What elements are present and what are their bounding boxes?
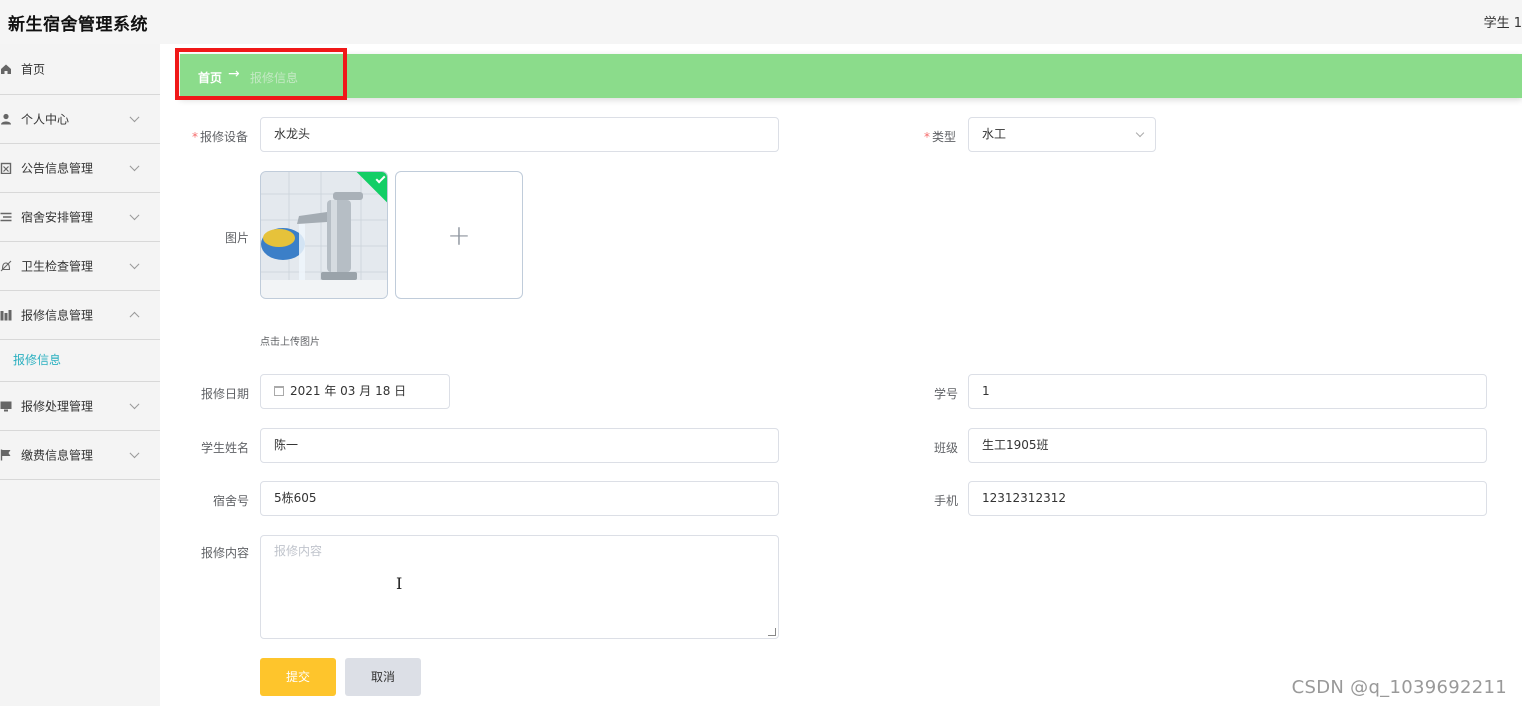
dorm-input[interactable]: 5栋605 xyxy=(260,481,779,516)
chevron-down-icon xyxy=(129,448,140,459)
breadcrumb-separator: → xyxy=(228,66,240,82)
name-input[interactable]: 陈一 xyxy=(260,428,779,463)
chevron-down-icon xyxy=(129,161,140,172)
text-cursor-icon: I xyxy=(396,574,403,593)
cancel-button[interactable]: 取消 xyxy=(345,658,421,696)
user-menu[interactable]: 学生 1 xyxy=(1484,12,1522,31)
content-label: 报修内容 xyxy=(201,546,250,560)
sidebar-item-label: 缴费信息管理 xyxy=(21,448,94,463)
chevron-down-icon xyxy=(129,399,140,410)
date-picker[interactable]: 2021 年 03 月 18 日 xyxy=(260,374,450,409)
phone-input[interactable]: 12312312312 xyxy=(968,481,1487,516)
sidebar-item-label: 首页 xyxy=(21,62,46,77)
sidebar-item-label: 报修处理管理 xyxy=(21,399,94,414)
uploaded-image[interactable] xyxy=(260,171,388,299)
sidebar-item-fee-management[interactable]: 缴费信息管理 xyxy=(0,431,160,480)
calendar-icon xyxy=(274,386,284,396)
user-icon xyxy=(0,113,12,125)
content-placeholder: 报修内容 xyxy=(274,544,323,558)
top-header: 新生宿舍管理系统 学生 1 xyxy=(0,0,1522,44)
sidebar-item-label: 宿舍安排管理 xyxy=(21,210,94,225)
watermark: CSDN @q_1039692211 xyxy=(1291,677,1507,698)
content-textarea[interactable]: 报修内容 xyxy=(260,535,779,639)
student-no-label: 学号 xyxy=(934,387,959,401)
sidebar: 首页 个人中心 公告信息管理 宿舍安排管理 卫生检查管理 报修信息管理 报修信息… xyxy=(0,44,160,706)
sidebar-item-hygiene-check[interactable]: 卫生检查管理 xyxy=(0,242,160,291)
sidebar-item-dorm-arrangement[interactable]: 宿舍安排管理 xyxy=(0,193,160,242)
faucet-image xyxy=(261,172,387,298)
phone-label: 手机 xyxy=(934,494,959,508)
flag-icon xyxy=(0,449,12,461)
image-label: 图片 xyxy=(225,231,250,245)
name-label: 学生姓名 xyxy=(201,441,250,455)
dorm-label: 宿舍号 xyxy=(213,494,250,508)
chevron-up-icon xyxy=(129,311,140,322)
type-label: * 类型 xyxy=(924,130,957,144)
chevron-down-icon xyxy=(1135,128,1145,138)
bell-off-icon xyxy=(0,260,12,272)
main-content: 首页 → 报修信息 * 报修设备 水龙头 * 类型 水工 图片 + 点击上传图片… xyxy=(175,44,1522,706)
date-label: 报修日期 xyxy=(201,387,250,401)
chevron-down-icon xyxy=(129,259,140,270)
sidebar-item-repair-info-management[interactable]: 报修信息管理 xyxy=(0,291,160,340)
sidebar-subitem-label: 报修信息 xyxy=(13,353,62,367)
student-no-input[interactable]: 1 xyxy=(968,374,1487,409)
class-input[interactable]: 生工1905班 xyxy=(968,428,1487,463)
breadcrumb-current: 报修信息 xyxy=(250,71,299,85)
submit-button[interactable]: 提交 xyxy=(260,658,336,696)
sidebar-item-home[interactable]: 首页 xyxy=(0,44,160,95)
date-value: 2021 年 03 月 18 日 xyxy=(290,384,407,398)
upload-tip: 点击上传图片 xyxy=(260,337,320,348)
device-input[interactable]: 水龙头 xyxy=(260,117,779,152)
sidebar-item-label: 报修信息管理 xyxy=(21,308,94,323)
monitor-icon xyxy=(0,400,12,412)
breadcrumb-home-link[interactable]: 首页 xyxy=(198,69,222,86)
resize-handle[interactable] xyxy=(768,628,776,636)
chevron-down-icon xyxy=(129,210,140,221)
sidebar-subitem-repair-info[interactable]: 报修信息 xyxy=(0,340,160,382)
list-icon xyxy=(0,211,12,223)
sidebar-item-personal-center[interactable]: 个人中心 xyxy=(0,95,160,144)
type-select-value: 水工 xyxy=(982,127,1007,141)
type-select[interactable]: 水工 xyxy=(968,117,1156,152)
chart-icon xyxy=(0,309,12,321)
class-label: 班级 xyxy=(934,441,959,455)
breadcrumb: 首页 → 报修信息 xyxy=(175,48,1522,100)
sidebar-item-label: 公告信息管理 xyxy=(21,161,94,176)
device-label: * 报修设备 xyxy=(192,130,249,144)
chevron-down-icon xyxy=(129,112,140,123)
upload-add-button[interactable]: + xyxy=(395,171,523,299)
sidebar-item-notice[interactable]: 公告信息管理 xyxy=(0,144,160,193)
sidebar-item-repair-handling[interactable]: 报修处理管理 xyxy=(0,382,160,431)
plus-icon: + xyxy=(447,218,471,252)
sidebar-item-label: 卫生检查管理 xyxy=(21,259,94,274)
app-title: 新生宿舍管理系统 xyxy=(8,15,148,35)
home-icon xyxy=(0,63,12,75)
sidebar-item-label: 个人中心 xyxy=(21,112,70,127)
clipboard-icon xyxy=(0,162,12,175)
